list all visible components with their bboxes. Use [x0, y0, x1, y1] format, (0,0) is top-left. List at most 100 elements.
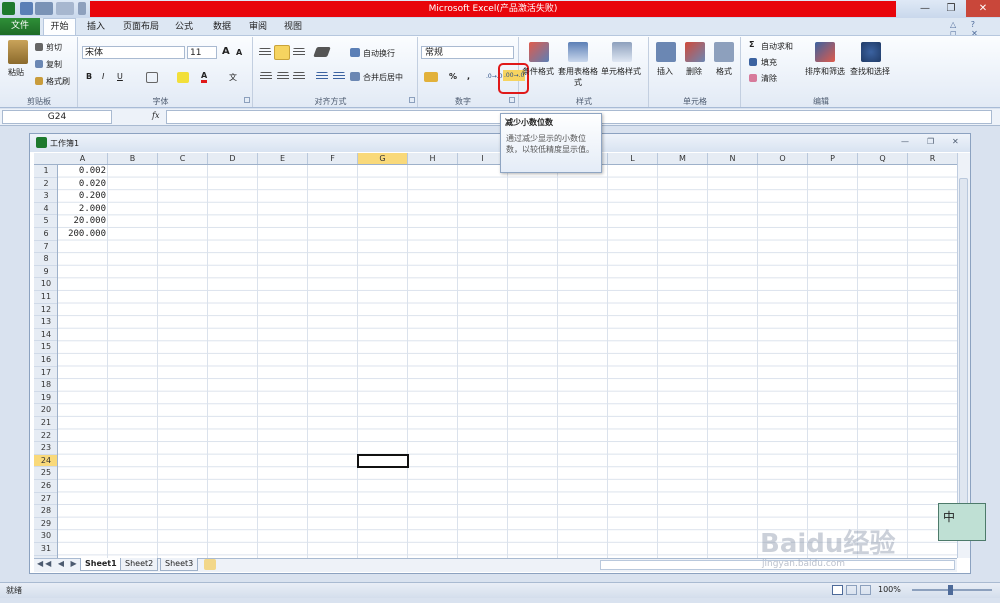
tab-home[interactable]: 开始: [43, 18, 76, 36]
column-header[interactable]: Q: [858, 153, 908, 164]
number-format-select[interactable]: 常规: [421, 46, 514, 59]
undo-icon[interactable]: [35, 2, 53, 15]
align-center-icon[interactable]: [277, 72, 289, 81]
column-header[interactable]: P: [808, 153, 858, 164]
insert-function-button[interactable]: fx: [152, 111, 159, 120]
column-header[interactable]: C: [158, 153, 208, 164]
tab-formulas[interactable]: 公式: [172, 19, 196, 35]
row-header[interactable]: 5: [34, 215, 57, 228]
row-header[interactable]: 18: [34, 379, 57, 392]
row-header[interactable]: 9: [34, 266, 57, 279]
restore-button[interactable]: ❐: [938, 0, 964, 17]
format-as-table-icon[interactable]: [568, 42, 588, 62]
row-header[interactable]: 22: [34, 430, 57, 443]
merge-center-button[interactable]: 合并后居中: [363, 72, 403, 83]
cut-button[interactable]: 剪切: [46, 42, 62, 53]
paste-button[interactable]: 粘贴: [8, 67, 24, 78]
row-header[interactable]: 6: [34, 228, 57, 241]
shrink-font-button[interactable]: A: [236, 48, 242, 57]
active-cell[interactable]: [357, 453, 409, 468]
sheet-tab-1[interactable]: Sheet1: [80, 558, 122, 571]
format-painter-button[interactable]: 格式刷: [46, 76, 70, 87]
column-header[interactable]: O: [758, 153, 808, 164]
copy-button[interactable]: 复制: [46, 59, 62, 70]
decrease-indent-icon[interactable]: [316, 72, 328, 81]
italic-button[interactable]: I: [102, 72, 104, 81]
page-break-view-icon[interactable]: [860, 585, 871, 595]
format-painter-icon[interactable]: [35, 77, 43, 85]
insert-cells-button[interactable]: 插入: [657, 66, 673, 77]
conditional-format-icon[interactable]: [529, 42, 549, 62]
row-header[interactable]: 17: [34, 367, 57, 380]
page-layout-view-icon[interactable]: [846, 585, 857, 595]
format-cells-icon[interactable]: [714, 42, 734, 62]
align-right-icon[interactable]: [293, 72, 305, 81]
row-header[interactable]: 30: [34, 530, 57, 543]
copy-icon[interactable]: [35, 60, 43, 68]
cell-a2[interactable]: 0.020: [58, 178, 108, 191]
row-header[interactable]: 4: [34, 203, 57, 216]
ribbon-help-icons[interactable]: △ ? ◻ ✕: [950, 20, 996, 38]
row-header[interactable]: 3: [34, 190, 57, 203]
fill-button[interactable]: 填充: [761, 57, 777, 68]
alignment-dialog-launcher-icon[interactable]: [409, 97, 415, 103]
column-header[interactable]: D: [208, 153, 258, 164]
column-header[interactable]: F: [308, 153, 358, 164]
sort-filter-button[interactable]: 排序和筛选: [805, 66, 845, 77]
font-dialog-launcher-icon[interactable]: [244, 97, 250, 103]
cell-a6[interactable]: 200.000: [58, 228, 108, 241]
align-bottom-icon[interactable]: [293, 48, 305, 57]
close-button[interactable]: ✕: [966, 0, 1000, 17]
workbook-close-button[interactable]: ✕: [952, 137, 959, 146]
tab-file[interactable]: 文件: [0, 18, 40, 35]
autosum-icon[interactable]: Σ: [749, 40, 754, 49]
underline-button[interactable]: U: [117, 72, 123, 81]
column-header[interactable]: A: [58, 153, 108, 164]
align-top-icon[interactable]: [259, 48, 271, 57]
format-as-table-button[interactable]: 套用表格格式: [558, 66, 598, 88]
column-header[interactable]: N: [708, 153, 758, 164]
row-header[interactable]: 10: [34, 278, 57, 291]
name-box[interactable]: G24: [2, 110, 112, 124]
zoom-slider-thumb[interactable]: [948, 585, 953, 595]
row-header[interactable]: 24: [34, 454, 57, 468]
row-header[interactable]: 13: [34, 316, 57, 329]
workbook-minimize-button[interactable]: —: [901, 137, 909, 146]
row-header[interactable]: 27: [34, 493, 57, 506]
column-header[interactable]: L: [608, 153, 658, 164]
find-select-icon[interactable]: [861, 42, 881, 62]
row-header[interactable]: 31: [34, 543, 57, 556]
wrap-text-button[interactable]: 自动换行: [363, 48, 395, 59]
column-header[interactable]: G: [358, 153, 408, 164]
cut-icon[interactable]: [35, 43, 43, 51]
fill-color-icon[interactable]: [177, 72, 189, 83]
row-header[interactable]: 20: [34, 404, 57, 417]
sheet-tab-2[interactable]: Sheet2: [120, 558, 159, 571]
cell-a3[interactable]: 0.200: [58, 190, 108, 203]
workbook-restore-button[interactable]: ❐: [927, 137, 934, 146]
find-select-button[interactable]: 查找和选择: [850, 66, 890, 77]
delete-cells-button[interactable]: 删除: [686, 66, 702, 77]
cell-a5[interactable]: 20.000: [58, 215, 108, 228]
sheet-tab-3[interactable]: Sheet3: [160, 558, 199, 571]
tab-insert[interactable]: 插入: [84, 19, 108, 35]
cell-styles-button[interactable]: 单元格样式: [601, 66, 641, 77]
clear-icon[interactable]: [749, 74, 757, 82]
clear-button[interactable]: 清除: [761, 73, 777, 84]
tab-view[interactable]: 视图: [281, 19, 305, 35]
row-header[interactable]: 14: [34, 329, 57, 342]
border-icon[interactable]: [146, 72, 158, 83]
cell-a1[interactable]: 0.002: [58, 165, 108, 178]
row-header[interactable]: 2: [34, 178, 57, 191]
customize-qat-icon[interactable]: [78, 2, 86, 15]
new-sheet-icon[interactable]: [204, 559, 216, 570]
delete-cells-icon[interactable]: [685, 42, 705, 62]
row-header[interactable]: 12: [34, 304, 57, 317]
phonetic-button[interactable]: 文: [229, 72, 237, 83]
insert-cells-icon[interactable]: [656, 42, 676, 62]
format-cells-button[interactable]: 格式: [716, 66, 732, 77]
font-name-select[interactable]: 宋体: [82, 46, 185, 59]
row-header[interactable]: 28: [34, 505, 57, 518]
merge-icon[interactable]: [350, 72, 360, 81]
row-header[interactable]: 25: [34, 467, 57, 480]
